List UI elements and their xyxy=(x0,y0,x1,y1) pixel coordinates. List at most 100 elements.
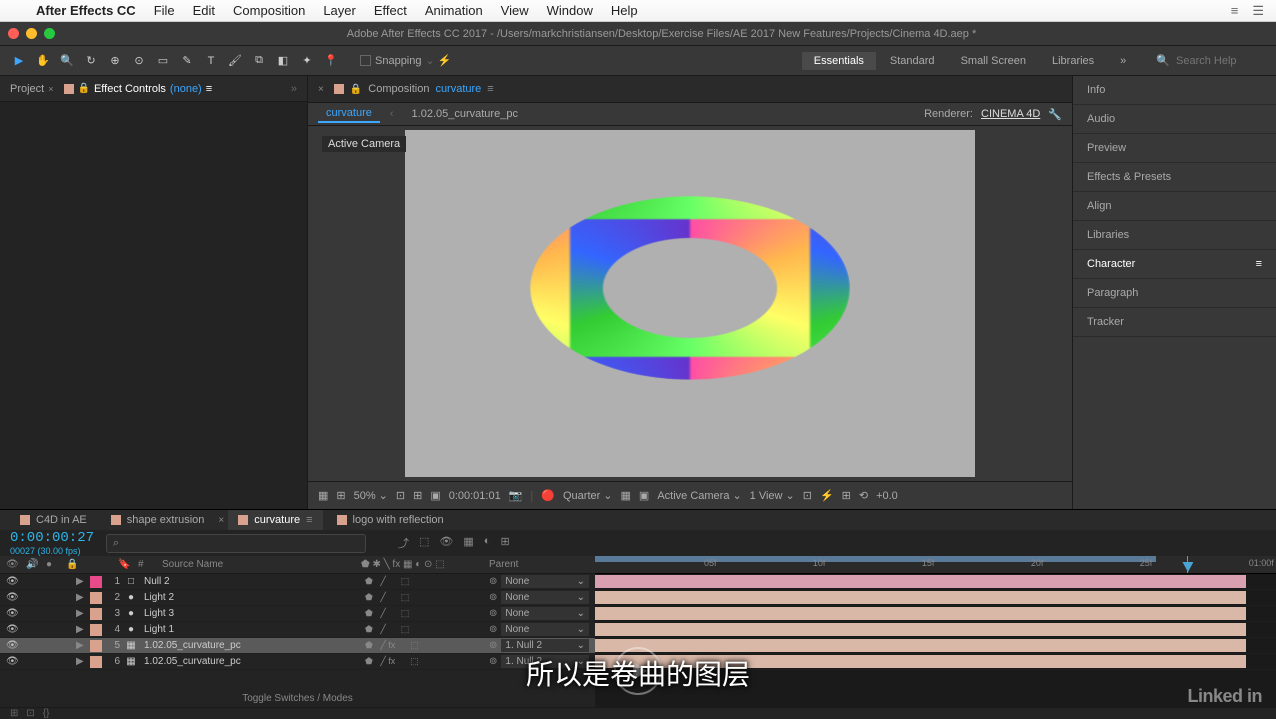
layer-name[interactable]: Light 2 xyxy=(142,592,361,603)
current-time[interactable]: 0:00:00:27 xyxy=(10,530,94,546)
expand-arrow[interactable]: ▶ xyxy=(76,640,86,651)
toggle-icon[interactable]: ⊞ xyxy=(10,708,18,719)
camera-dropdown[interactable]: Active Camera ⌄ xyxy=(657,489,741,502)
layer-switches[interactable]: ⬟ ╱ fx ⬚ xyxy=(365,656,485,667)
eraser-tool[interactable]: ◧ xyxy=(274,52,292,70)
layer-switches[interactable]: ⬟ ╱ ⬚ xyxy=(365,608,485,619)
parent-dropdown[interactable]: None⌄ xyxy=(501,591,589,604)
menu-animation[interactable]: Animation xyxy=(425,3,483,18)
menu-effect[interactable]: Effect xyxy=(374,3,407,18)
graph-editor-icon[interactable]: ⊞ xyxy=(500,535,509,551)
timeline-tab[interactable]: C4D in AE xyxy=(10,510,97,530)
workspace-small-screen[interactable]: Small Screen xyxy=(949,52,1038,70)
expand-arrow[interactable]: ▶ xyxy=(76,576,86,587)
workspace-libraries[interactable]: Libraries xyxy=(1040,52,1106,70)
timeline-icon[interactable]: ⊞ xyxy=(842,489,851,502)
menu-help[interactable]: Help xyxy=(611,3,638,18)
panel-align[interactable]: Align xyxy=(1073,192,1276,221)
panel-audio[interactable]: Audio xyxy=(1073,105,1276,134)
menubar-extra-icon[interactable]: ≡ xyxy=(1231,3,1239,19)
menu-file[interactable]: File xyxy=(154,3,175,18)
label-column-icon[interactable]: 🔖 xyxy=(118,559,130,570)
layer-name[interactable]: Light 1 xyxy=(142,624,361,635)
parent-pickwhip-icon[interactable]: ⊚ xyxy=(489,592,497,603)
work-area[interactable] xyxy=(595,556,1156,562)
parent-pickwhip-icon[interactable]: ⊚ xyxy=(489,656,497,667)
wrench-icon[interactable]: 🔧 xyxy=(1048,108,1062,121)
layer-color[interactable] xyxy=(90,608,102,620)
menu-view[interactable]: View xyxy=(501,3,529,18)
frame-blend-icon[interactable]: ▦ xyxy=(463,535,473,551)
layer-bar[interactable] xyxy=(595,639,1246,652)
source-name-column[interactable]: Source Name xyxy=(162,559,353,570)
timeline-tab[interactable]: logo with reflection xyxy=(327,510,454,530)
lock-icon[interactable]: 🔒 xyxy=(78,83,90,94)
renderer-name[interactable]: CINEMA 4D xyxy=(981,108,1040,120)
parent-dropdown[interactable]: None⌄ xyxy=(501,575,589,588)
draft-3d-icon[interactable]: ⬚ xyxy=(419,535,429,551)
layer-name[interactable]: 1.02.05_curvature_pc xyxy=(142,640,361,651)
time-ruler[interactable]: 05f10f15f20f25f01:00f xyxy=(595,556,1276,574)
toggle-icon[interactable]: {} xyxy=(43,708,50,719)
hand-tool[interactable]: ✋ xyxy=(34,52,52,70)
track-row[interactable] xyxy=(595,606,1276,622)
type-tool[interactable]: T xyxy=(202,52,220,70)
panel-paragraph[interactable]: Paragraph xyxy=(1073,279,1276,308)
views-dropdown[interactable]: 1 View ⌄ xyxy=(750,489,795,502)
track-row[interactable] xyxy=(595,622,1276,638)
parent-dropdown[interactable]: None⌄ xyxy=(501,607,589,620)
visibility-toggle[interactable]: 👁 xyxy=(6,608,18,619)
workspace-standard[interactable]: Standard xyxy=(878,52,947,70)
expand-arrow[interactable]: ▶ xyxy=(76,624,86,635)
lock-icon[interactable]: 🔒 xyxy=(350,84,362,95)
viewer-canvas[interactable] xyxy=(405,130,975,477)
layer-row[interactable]: 👁▶6▦1.02.05_curvature_pc⬟ ╱ fx ⬚⊚1. Null… xyxy=(0,654,595,670)
resolution-icon[interactable]: ⊡ xyxy=(396,489,405,502)
alpha-icon[interactable]: ▦ xyxy=(318,489,328,502)
rect-tool[interactable]: ▭ xyxy=(154,52,172,70)
panel-expand-icon[interactable]: » xyxy=(291,83,297,95)
snapshot-icon[interactable]: 📷 xyxy=(509,489,523,502)
pixel-aspect-icon[interactable]: ⊡ xyxy=(803,489,812,502)
window-maximize[interactable] xyxy=(44,28,55,39)
layer-row[interactable]: 👁▶4●Light 1⬟ ╱ ⬚⊚None⌄ xyxy=(0,622,595,638)
track-row[interactable] xyxy=(595,590,1276,606)
layer-switches[interactable]: ⬟ ╱ ⬚ xyxy=(365,624,485,635)
expand-arrow[interactable]: ▶ xyxy=(76,608,86,619)
search-help-input[interactable] xyxy=(1176,55,1266,67)
playhead[interactable] xyxy=(1187,556,1188,573)
visibility-toggle[interactable]: 👁 xyxy=(6,592,18,603)
breadcrumb-item[interactable]: curvature xyxy=(318,105,380,123)
flowchart-icon[interactable]: ⟲ xyxy=(859,489,868,502)
timeline-tab[interactable]: shape extrusion xyxy=(101,510,215,530)
layer-color[interactable] xyxy=(90,592,102,604)
timeline-tab[interactable]: curvature≡ xyxy=(228,510,322,530)
visibility-toggle[interactable]: 👁 xyxy=(6,576,18,587)
expand-arrow[interactable]: ▶ xyxy=(76,656,86,667)
layer-row[interactable]: 👁▶2●Light 2⬟ ╱ ⬚⊚None⌄ xyxy=(0,590,595,606)
layer-color[interactable] xyxy=(90,640,102,652)
layer-bar[interactable] xyxy=(595,591,1246,604)
app-name[interactable]: After Effects CC xyxy=(36,3,136,18)
layer-row[interactable]: 👁▶5▦1.02.05_curvature_pc⬟ ╱ fx ⬚⊚1. Null… xyxy=(0,638,595,654)
panel-effects-presets[interactable]: Effects & Presets xyxy=(1073,163,1276,192)
panel-libraries[interactable]: Libraries xyxy=(1073,221,1276,250)
panel-info[interactable]: Info xyxy=(1073,76,1276,105)
toggle-icon[interactable]: ⊡ xyxy=(26,708,34,719)
panel-menu-icon[interactable]: ≡ xyxy=(206,83,212,95)
solo-column-icon[interactable]: ● xyxy=(46,559,58,570)
menu-window[interactable]: Window xyxy=(547,3,593,18)
layer-switches[interactable]: ⬟ ╱ ⬚ xyxy=(365,576,485,587)
workspace-more[interactable]: » xyxy=(1108,52,1138,70)
parent-pickwhip-icon[interactable]: ⊚ xyxy=(489,624,497,635)
motion-blur-icon[interactable]: ◐ xyxy=(484,535,491,551)
parent-dropdown[interactable]: 1. Null 2⌄ xyxy=(501,639,589,652)
grid-icon[interactable]: ⊞ xyxy=(413,489,422,502)
snapping-toggle[interactable]: Snapping ⌄ ⚡ xyxy=(360,54,451,67)
parent-pickwhip-icon[interactable]: ⊚ xyxy=(489,576,497,587)
shy-icon[interactable]: 👁 xyxy=(439,535,453,551)
layer-bar[interactable] xyxy=(595,607,1246,620)
toggle-switches-button[interactable]: Toggle Switches / Modes xyxy=(0,690,595,707)
pan-behind-tool[interactable]: ⊙ xyxy=(130,52,148,70)
channel-icon[interactable]: 🔴 xyxy=(541,489,555,502)
